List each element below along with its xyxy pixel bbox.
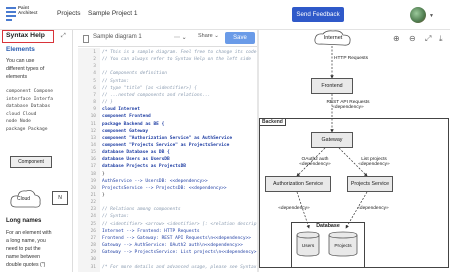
node-gateway: Gateway: [311, 132, 353, 148]
node-internet-label: Internet: [323, 35, 343, 41]
syntax-help-tab[interactable]: Syntax Help: [2, 30, 54, 43]
logo-line-2: Architect: [18, 10, 38, 15]
edge-label-list-projects: List projects «dependency»: [358, 157, 390, 168]
elements-code-sample: component Compone interface Interfa data…: [6, 89, 54, 132]
node-projects-service: Projects Service: [347, 176, 393, 192]
node-projects-db: Projects: [334, 244, 352, 249]
user-avatar[interactable]: [410, 7, 426, 23]
code-line[interactable]: 31 /* For more details and advanced usage…: [78, 264, 257, 271]
line-number: 31: [90, 264, 96, 270]
save-button[interactable]: Save: [225, 32, 255, 44]
share-button[interactable]: Share ⌄: [198, 33, 219, 39]
top-navbar: Paint Architect Projects Sample Project …: [0, 0, 450, 30]
diagram-preview[interactable]: ⊕ ⊖ ⤢ ⤓ Internet HTTP Requests Frontend …: [259, 30, 450, 272]
node-frontend: Frontend: [311, 78, 353, 94]
logo-mark-icon: [6, 7, 16, 21]
app-logo[interactable]: Paint Architect: [6, 5, 52, 25]
nav-current-project[interactable]: Sample Project 1: [88, 10, 138, 17]
edge-label-auth-users: «dependency»: [278, 206, 310, 211]
elements-heading: Elements: [6, 46, 35, 53]
edge-label-oauth2: OAuth2 auth «dependency»: [299, 157, 331, 168]
diagram-name-field[interactable]: Sample diagram 1: [93, 34, 142, 40]
document-icon: [83, 35, 89, 43]
edge-label-http: HTTP Requests: [334, 56, 369, 61]
node-authorization-service: Authorization Service: [265, 176, 331, 192]
node-sample-box: N: [52, 191, 68, 205]
chevron-down-icon[interactable]: ▼: [429, 13, 434, 19]
edge-label-rest: REST API Requests «dependency»: [326, 100, 370, 111]
node-users-db: Users: [301, 244, 315, 249]
syntax-help-sidebar: Syntax Help ⤢ Elements You can use diffe…: [0, 30, 73, 272]
nav-projects-link[interactable]: Projects: [57, 10, 80, 17]
database-frame-label: Database: [316, 223, 340, 229]
long-names-heading: Long names: [6, 218, 42, 224]
edge-label-projects-db: «dependency»: [357, 206, 389, 211]
code-line-text: /* For more details and advanced usage, …: [102, 264, 257, 270]
expand-icon[interactable]: ⤢: [61, 33, 66, 40]
code-editor[interactable]: 1/* This is a sample diagram. Feel free …: [78, 48, 257, 272]
elements-intro: You can use different types of elements: [6, 58, 45, 80]
cloud-sample-label: Cloud: [17, 196, 31, 202]
more-options-icon[interactable]: ⋯ ⌄: [174, 34, 187, 41]
send-feedback-button[interactable]: Send Feedback: [292, 7, 344, 22]
backend-package-label: Backend: [259, 118, 286, 126]
component-sample-box: Component: [10, 156, 52, 168]
editor-toolbar: Sample diagram 1 ⋯ ⌄ Share ⌄ Save: [78, 30, 257, 47]
long-names-text: For an element with a long name, you nee…: [6, 230, 52, 268]
